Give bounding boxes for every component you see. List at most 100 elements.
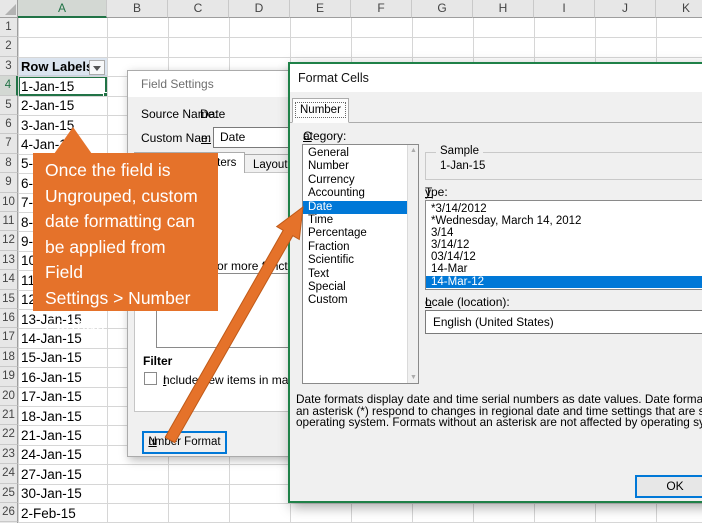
- type-listbox[interactable]: *3/14/2012*Wednesday, March 14, 20123/14…: [425, 200, 702, 290]
- sample-label: Sample: [436, 145, 483, 157]
- type-item-1[interactable]: *Wednesday, March 14, 2012: [426, 215, 702, 227]
- tab-number[interactable]: Number: [292, 98, 349, 123]
- custom-name-label: Custom Name:: [141, 131, 211, 145]
- column-header-j[interactable]: J: [595, 0, 656, 18]
- cell-a26[interactable]: 2-Feb-15: [21, 506, 76, 523]
- row-header-1[interactable]: 1: [0, 18, 18, 37]
- gridline-horizontal: [18, 37, 702, 38]
- category-item-time[interactable]: Time: [303, 214, 407, 227]
- tab-strip-divider: [290, 122, 702, 123]
- category-item-special[interactable]: Special: [303, 281, 407, 294]
- column-header-g[interactable]: G: [412, 0, 473, 18]
- row-header-19[interactable]: 19: [0, 367, 18, 386]
- category-label: Category:: [303, 129, 346, 143]
- chevron-down-icon: [93, 66, 101, 71]
- column-header-k[interactable]: K: [656, 0, 702, 18]
- category-item-currency[interactable]: Currency: [303, 174, 407, 187]
- pivot-filter-dropdown-button[interactable]: [89, 60, 105, 75]
- sample-value: 1-Jan-15: [440, 160, 485, 172]
- include-new-items-checkbox[interactable]: [144, 372, 157, 385]
- sample-groupbox: Sample 1-Jan-15: [425, 152, 702, 180]
- scroll-down-icon[interactable]: ▼: [409, 374, 418, 381]
- category-item-number[interactable]: Number: [303, 160, 407, 173]
- row-header-6[interactable]: 6: [0, 115, 18, 134]
- column-header-f[interactable]: F: [351, 0, 412, 18]
- row-header-7[interactable]: 7: [0, 134, 18, 153]
- type-item-4[interactable]: 03/14/12: [426, 251, 702, 263]
- scroll-up-icon[interactable]: ▲: [409, 147, 418, 154]
- row-header-24[interactable]: 24: [0, 464, 18, 483]
- source-name-value: Date: [200, 107, 225, 121]
- category-scrollbar[interactable]: ▲ ▼: [407, 145, 418, 383]
- row-header-23[interactable]: 23: [0, 445, 18, 464]
- cell-a24[interactable]: 27-Jan-15: [21, 467, 82, 486]
- callout-note: Once the field is Ungrouped, custom date…: [33, 153, 218, 311]
- type-item-3[interactable]: 3/14/12: [426, 239, 702, 251]
- format-cells-title: Format Cells: [298, 71, 369, 85]
- cell-a20[interactable]: 17-Jan-15: [21, 389, 82, 408]
- row-header-14[interactable]: 14: [0, 270, 18, 289]
- category-item-date[interactable]: Date: [303, 201, 407, 214]
- select-all-corner[interactable]: [0, 0, 18, 18]
- type-item-0[interactable]: *3/14/2012: [426, 203, 702, 215]
- column-header-h[interactable]: H: [473, 0, 534, 18]
- category-listbox[interactable]: GeneralNumberCurrencyAccountingDateTimeP…: [302, 144, 419, 384]
- row-header-12[interactable]: 12: [0, 231, 18, 250]
- type-item-6[interactable]: 14-Mar-12: [426, 276, 702, 288]
- row-header-22[interactable]: 22: [0, 425, 18, 444]
- column-header-a[interactable]: A: [18, 0, 107, 18]
- row-header-13[interactable]: 13: [0, 251, 18, 270]
- row-header-10[interactable]: 10: [0, 193, 18, 212]
- cell-a19[interactable]: 16-Jan-15: [21, 370, 82, 389]
- cell-a4[interactable]: 1-Jan-15: [21, 79, 74, 98]
- callout-pointer: [54, 127, 92, 154]
- format-cells-dialog: Format Cells Number Category: GeneralNum…: [288, 62, 702, 503]
- category-item-text[interactable]: Text: [303, 268, 407, 281]
- row-header-26[interactable]: 26: [0, 503, 18, 522]
- row-header-18[interactable]: 18: [0, 348, 18, 367]
- select-all-triangle-icon: [5, 4, 16, 15]
- row-header-9[interactable]: 9: [0, 173, 18, 192]
- row-header-15[interactable]: 15: [0, 290, 18, 309]
- ok-button[interactable]: OK: [635, 475, 702, 498]
- cell-a25[interactable]: 30-Jan-15: [21, 486, 82, 505]
- row-header-25[interactable]: 25: [0, 484, 18, 503]
- category-item-accounting[interactable]: Accounting: [303, 187, 407, 200]
- row-header-5[interactable]: 5: [0, 96, 18, 115]
- category-item-scientific[interactable]: Scientific: [303, 254, 407, 267]
- category-item-general[interactable]: General: [303, 147, 407, 160]
- category-item-fraction[interactable]: Fraction: [303, 241, 407, 254]
- row-header-11[interactable]: 11: [0, 212, 18, 231]
- column-header-c[interactable]: C: [168, 0, 229, 18]
- column-header-d[interactable]: D: [229, 0, 290, 18]
- type-item-5[interactable]: 14-Mar: [426, 263, 702, 275]
- cell-a22[interactable]: 21-Jan-15: [21, 428, 82, 447]
- filter-section-label: Filter: [143, 354, 172, 368]
- excel-screenshot: Row Labels ABCDEFGHIJK123456789101112131…: [0, 0, 702, 523]
- row-header-3[interactable]: 3: [0, 57, 18, 76]
- column-header-i[interactable]: I: [534, 0, 595, 18]
- category-item-percentage[interactable]: Percentage: [303, 227, 407, 240]
- cell-a5[interactable]: 2-Jan-15: [21, 98, 74, 117]
- format-description-text: Date formats display date and time seria…: [296, 394, 702, 429]
- row-header-17[interactable]: 17: [0, 328, 18, 347]
- type-item-2[interactable]: 3/14: [426, 227, 702, 239]
- gridline-horizontal: [18, 503, 702, 504]
- row-header-8[interactable]: 8: [0, 154, 18, 173]
- number-format-button[interactable]: Number Format: [142, 431, 227, 454]
- locale-label: Locale (location):: [425, 295, 510, 309]
- locale-dropdown[interactable]: English (United States): [425, 310, 702, 334]
- column-header-b[interactable]: B: [107, 0, 168, 18]
- row-header-4[interactable]: 4: [0, 76, 18, 95]
- gridline-horizontal: [18, 57, 702, 58]
- cell-a23[interactable]: 24-Jan-15: [21, 447, 82, 466]
- column-header-e[interactable]: E: [290, 0, 351, 18]
- field-settings-title: Field Settings: [141, 77, 214, 91]
- category-item-custom[interactable]: Custom: [303, 294, 407, 307]
- row-header-2[interactable]: 2: [0, 37, 18, 56]
- cell-a18[interactable]: 15-Jan-15: [21, 350, 82, 369]
- row-header-21[interactable]: 21: [0, 406, 18, 425]
- row-header-16[interactable]: 16: [0, 309, 18, 328]
- row-header-20[interactable]: 20: [0, 387, 18, 406]
- cell-a21[interactable]: 18-Jan-15: [21, 409, 82, 428]
